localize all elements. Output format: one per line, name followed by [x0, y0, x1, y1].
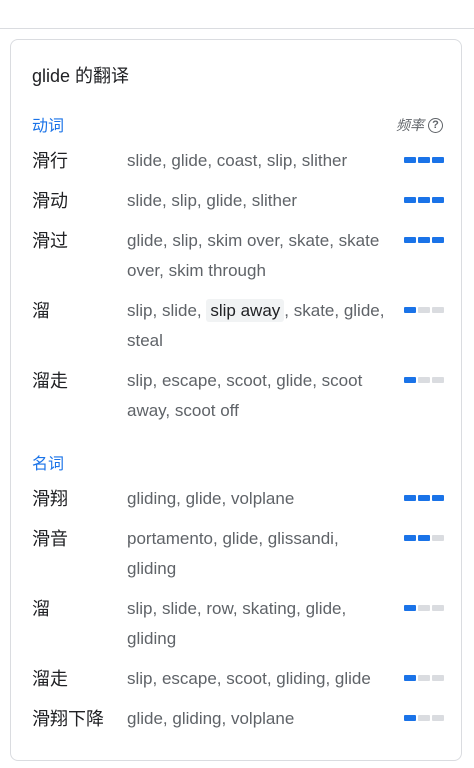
row-word: 溜走	[32, 669, 68, 689]
row-word: 滑翔	[32, 489, 68, 509]
frequency-bar-empty	[432, 307, 444, 313]
row-word: 溜	[32, 599, 50, 619]
frequency-bar-filled	[418, 535, 430, 541]
frequency-label: 频率	[396, 117, 424, 133]
frequency-bar-filled	[404, 605, 416, 611]
row-word: 溜走	[32, 371, 68, 391]
frequency-header: 频率 ?	[396, 114, 443, 136]
frequency-bar-empty	[418, 377, 430, 383]
frequency-bar-filled	[404, 715, 416, 721]
frequency-bar-filled	[432, 157, 444, 163]
frequency-bar-filled	[404, 377, 416, 383]
frequency-bar-filled	[432, 197, 444, 203]
frequency-bar-empty	[418, 675, 430, 681]
row-translations: slide, glide, coast, slip, slither	[127, 151, 348, 170]
row-translations: gliding, glide, volplane	[127, 489, 295, 508]
frequency-bar-empty	[432, 377, 444, 383]
translation-card: glide 的翻译 动词 频率 ? 滑行 slide, glide, coast…	[10, 39, 462, 761]
card-title: glide 的翻译	[32, 66, 130, 86]
frequency-bar-filled	[418, 197, 430, 203]
row-word: 滑过	[32, 231, 68, 251]
frequency-bar-empty	[432, 605, 444, 611]
frequency-bars	[404, 715, 444, 721]
frequency-bars	[404, 237, 444, 243]
frequency-bar-filled	[418, 157, 430, 163]
highlighted-term[interactable]: slip away	[206, 299, 285, 322]
frequency-bar-empty	[432, 675, 444, 681]
frequency-bars	[404, 605, 444, 611]
row-word: 滑动	[32, 191, 68, 211]
frequency-bar-filled	[404, 237, 416, 243]
row-word: 滑翔下降	[32, 709, 104, 729]
frequency-bar-filled	[432, 237, 444, 243]
frequency-bar-empty	[418, 605, 430, 611]
row-translations: slide, slip, glide, slither	[127, 191, 298, 210]
row-translations: slip, escape, scoot, gliding, glide	[127, 669, 371, 688]
frequency-bars	[404, 535, 444, 541]
row-translations: slip, slide, slip away, skate, glide, st…	[127, 296, 392, 356]
top-divider	[0, 28, 474, 29]
help-icon[interactable]: ?	[428, 117, 443, 133]
trans-pre: slip, slide,	[127, 301, 207, 320]
row-translations: portamento, glide, glissandi, gliding	[127, 529, 339, 578]
row-word: 溜	[32, 301, 50, 321]
row-translations: slip, slide, row, skating, glide, glidin…	[127, 599, 347, 648]
frequency-bar-filled	[404, 307, 416, 313]
frequency-bar-filled	[404, 157, 416, 163]
frequency-bar-empty	[418, 307, 430, 313]
row-word: 滑音	[32, 529, 68, 549]
row-word: 滑行	[32, 151, 68, 171]
frequency-bar-filled	[432, 495, 444, 501]
frequency-bar-filled	[404, 197, 416, 203]
row-translations: glide, gliding, volplane	[127, 709, 295, 728]
frequency-bars	[404, 197, 444, 203]
frequency-bars	[404, 307, 444, 313]
frequency-bar-filled	[418, 237, 430, 243]
frequency-bar-filled	[404, 495, 416, 501]
frequency-bars	[404, 675, 444, 681]
frequency-bar-filled	[418, 495, 430, 501]
row-translations: slip, escape, scoot, glide, scoot away, …	[127, 371, 363, 420]
frequency-bar-empty	[432, 535, 444, 541]
row-translations: glide, slip, skim over, skate, skate ove…	[127, 231, 380, 280]
frequency-bars	[404, 495, 444, 501]
frequency-bars	[404, 377, 444, 383]
section-label-noun: 名词	[32, 456, 65, 473]
section-label-verb: 动词	[32, 118, 65, 135]
frequency-bar-filled	[404, 535, 416, 541]
frequency-bar-empty	[432, 715, 444, 721]
frequency-bars	[404, 157, 444, 163]
frequency-bar-filled	[404, 675, 416, 681]
frequency-bar-empty	[418, 715, 430, 721]
